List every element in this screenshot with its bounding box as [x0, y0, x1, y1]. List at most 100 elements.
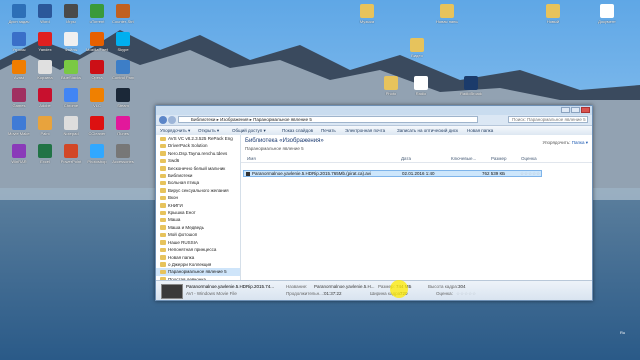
- minimize-button[interactable]: [561, 107, 570, 113]
- desktop-icon[interactable]: Photoshop: [86, 144, 108, 164]
- library-header: Библиотека «Изображения» Паранормальное …: [241, 135, 592, 155]
- forward-arrow-icon[interactable]: [168, 116, 176, 124]
- desktop-icon[interactable]: Игры: [60, 4, 82, 24]
- details-name-value[interactable]: Paranormalnoe.yavlenie.5.H...: [314, 284, 375, 289]
- navigation-pane: AVS VC v8.2.3.525 RePack Eng DriverPack S…: [156, 135, 241, 281]
- nav-folder-item[interactable]: Вирус сексуального желания: [156, 187, 240, 194]
- nav-folder-item[interactable]: Крышка Енот: [156, 209, 240, 216]
- video-thumbnail: [161, 284, 183, 299]
- folder-icon: [160, 262, 166, 267]
- desktop-icon-label: iTunes: [117, 131, 129, 136]
- nav-folder-item[interactable]: Больная птица: [156, 179, 240, 186]
- maximize-button[interactable]: [571, 107, 580, 113]
- nav-folder-item[interactable]: Бесконечно белый мальчик: [156, 165, 240, 172]
- desktop-icon[interactable]: Музыка: [356, 4, 378, 24]
- nav-folder-item[interactable]: КНИГИ: [156, 202, 240, 209]
- desktop-icon[interactable]: PowerPoint: [60, 144, 82, 164]
- nav-folder-item[interactable]: Наше RUSSIA: [156, 239, 240, 246]
- desktop-icon[interactable]: Radio: [410, 76, 432, 96]
- file-row[interactable]: Paranormalnoe.yavlenie.5.HDRip.2015.765M…: [243, 170, 542, 177]
- desktop-icon[interactable]: Control Panel: [112, 60, 134, 80]
- nav-folder-item[interactable]: AVS VC v8.2.3.525 RePack Eng: [156, 135, 240, 142]
- nav-folder-item[interactable]: Маша и Медведь: [156, 224, 240, 231]
- folder-icon: [384, 76, 398, 90]
- desktop-icon[interactable]: Movie Maker: [8, 116, 30, 136]
- column-rating[interactable]: Оценка: [521, 156, 537, 161]
- app-icon: [64, 88, 78, 102]
- desktop-icon[interactable]: BlueStacks: [60, 60, 82, 80]
- desktop-icon[interactable]: Mozilla Firefox: [86, 32, 108, 52]
- desktop-icon[interactable]: Skype: [112, 32, 134, 52]
- close-button[interactable]: [581, 107, 590, 113]
- new-folder-button[interactable]: Новая папка: [467, 126, 493, 135]
- desktop-icon[interactable]: Paint: [34, 116, 56, 136]
- app-icon: [38, 60, 52, 74]
- column-name[interactable]: Имя: [247, 156, 256, 161]
- nav-folder-item[interactable]: Непонятная принцесса: [156, 246, 240, 253]
- desktop-icon[interactable]: WinRAR: [8, 144, 30, 164]
- desktop-icon-label: Notepad: [63, 131, 79, 136]
- nav-folder-item[interactable]: Паранормальное явление 5: [156, 268, 240, 276]
- desktop-icon[interactable]: Steam: [112, 88, 134, 108]
- desktop-icon-label: Корзина: [37, 75, 53, 80]
- folder-icon: [160, 210, 166, 216]
- desktop-icon[interactable]: Notepad: [60, 116, 82, 136]
- desktop-icon[interactable]: Photo: [380, 76, 402, 96]
- desktop-icon[interactable]: Accessories: [112, 144, 134, 164]
- nav-folder-item[interactable]: Мой фотошоп: [156, 231, 240, 238]
- column-date[interactable]: Дата: [401, 156, 411, 161]
- open-button[interactable]: Открыть ▾: [198, 126, 219, 135]
- desktop-icon[interactable]: Yandex: [34, 32, 56, 52]
- desktop-icon[interactable]: uTorrent: [86, 4, 108, 24]
- desktop-icon[interactable]: Counter-Strike: [112, 4, 134, 24]
- arrange-value[interactable]: Папка ▾: [572, 140, 588, 145]
- desktop-icon[interactable]: Документ: [596, 4, 618, 24]
- title-bar[interactable]: [156, 106, 592, 115]
- nav-folder-item[interactable]: DriverPack Solution: [156, 142, 240, 149]
- desktop-icon[interactable]: Avast: [8, 60, 30, 80]
- email-button[interactable]: Электронная почта: [345, 126, 385, 135]
- share-button[interactable]: Общий доступ ▾: [232, 126, 266, 135]
- slideshow-button[interactable]: Показ слайдов: [282, 126, 313, 135]
- organize-button[interactable]: Упорядочить ▾: [160, 126, 190, 135]
- folder-icon: [160, 247, 166, 253]
- desktop-icon[interactable]: Adobe: [34, 88, 56, 108]
- desktop-icon[interactable]: RadioBroadcast: [460, 76, 482, 96]
- print-button[interactable]: Печать: [321, 126, 336, 135]
- column-size[interactable]: Размер: [491, 156, 506, 161]
- column-keywords[interactable]: Ключевые...: [451, 156, 476, 161]
- arrange-by[interactable]: Упорядочить: Папка ▾: [542, 140, 588, 146]
- desktop-icon[interactable]: CCleaner: [86, 116, 108, 136]
- nav-folder-label: Вирус сексуального желания: [168, 187, 229, 193]
- desktop-icon[interactable]: Chrome: [60, 88, 82, 108]
- nav-folder-item[interactable]: Маша: [156, 216, 240, 223]
- desktop-icon[interactable]: Excel: [34, 144, 56, 164]
- back-arrow-icon[interactable]: [159, 116, 167, 124]
- desktop-icon[interactable]: Видео: [406, 38, 428, 58]
- search-input[interactable]: Поиск: Паранормальное явление 5: [508, 116, 588, 123]
- nav-folder-item[interactable]: Новая папка: [156, 254, 240, 261]
- desktop-icon[interactable]: Новый: [542, 4, 564, 24]
- nav-folder-item[interactable]: о Джерри Коллекция: [156, 261, 240, 268]
- desktop-icon[interactable]: Угрозы: [8, 32, 30, 52]
- nav-folder-item[interactable]: Nero.Dsp.Tayna.renchu.tdevs: [156, 150, 240, 157]
- details-rating-value[interactable]: ☆☆☆☆☆: [456, 291, 476, 297]
- desktop-icon[interactable]: Файлы: [60, 32, 82, 52]
- nav-folder-item[interactable]: Библиотеки: [156, 172, 240, 179]
- desktop-icon-label: Photoshop: [87, 159, 107, 164]
- nav-folder-item[interactable]: Swd6: [156, 157, 240, 164]
- desktop-icon[interactable]: Новая папка: [436, 4, 458, 24]
- app-icon: [12, 88, 26, 102]
- burn-button[interactable]: Записать на оптический диск: [397, 126, 458, 135]
- tray-indicator[interactable]: Ru: [620, 330, 625, 335]
- address-field[interactable]: Библиотеки ▸ Изображения ▸ Паранормально…: [178, 116, 478, 123]
- desktop-icon[interactable]: Корзина: [34, 60, 56, 80]
- desktop-icon[interactable]: Games: [8, 88, 30, 108]
- nav-folder-item[interactable]: Вкон: [156, 194, 240, 201]
- desktop-icon[interactable]: Opera: [86, 60, 108, 80]
- desktop-icon[interactable]: Дисп задач: [8, 4, 30, 24]
- desktop-icon[interactable]: VLC: [86, 88, 108, 108]
- desktop-icon[interactable]: Word: [34, 4, 56, 24]
- file-rating[interactable]: ☆☆☆☆☆: [520, 171, 540, 177]
- desktop-icon[interactable]: iTunes: [112, 116, 134, 136]
